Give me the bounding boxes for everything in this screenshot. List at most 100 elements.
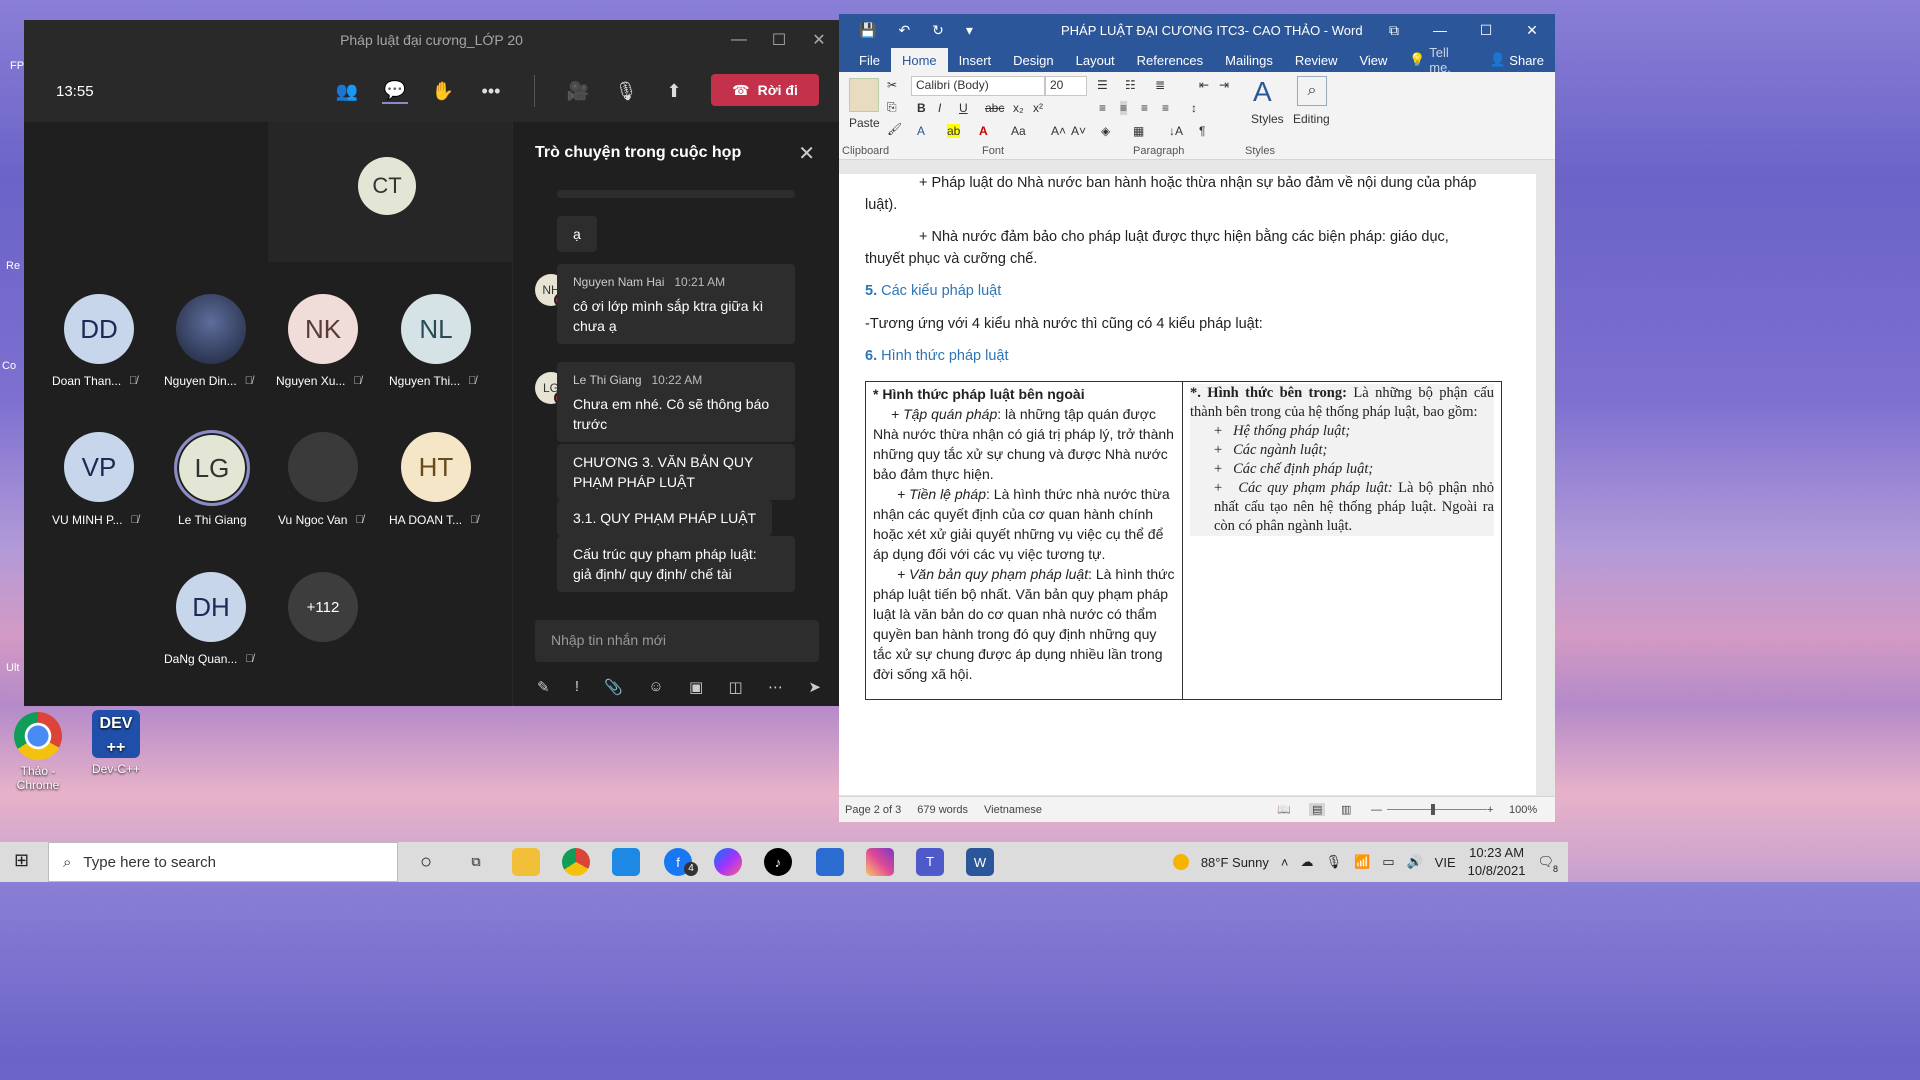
input-language[interactable]: VIE — [1435, 855, 1456, 870]
paste-label[interactable]: Paste — [849, 116, 880, 130]
volume-icon[interactable]: 🔊 — [1406, 854, 1422, 870]
taskbar-search[interactable]: ⌕ Type here to search — [48, 842, 398, 882]
instagram-icon[interactable] — [866, 848, 894, 876]
bullets-icon[interactable]: ☰ — [1097, 78, 1108, 92]
messenger-icon[interactable] — [714, 848, 742, 876]
wifi-icon[interactable]: 📶 — [1354, 854, 1370, 870]
zoom-out-button[interactable]: — — [1371, 804, 1382, 816]
paste-icon[interactable] — [849, 78, 879, 112]
shrink-font-icon[interactable]: A˅ — [1071, 124, 1086, 138]
tab-review[interactable]: Review — [1284, 48, 1349, 72]
shading-icon[interactable]: ◈ — [1101, 124, 1110, 138]
show-formatting-icon[interactable]: ¶ — [1199, 124, 1205, 138]
microphone-icon[interactable]: 🎙 — [1325, 854, 1342, 870]
tiktok-icon[interactable]: ♪ — [764, 848, 792, 876]
bold-button[interactable]: B — [917, 101, 926, 115]
highlight-icon[interactable]: ab — [947, 124, 961, 138]
weather-text[interactable]: 88°F Sunny — [1201, 855, 1269, 870]
close-button[interactable]: ✕ — [799, 20, 839, 60]
close-button[interactable]: ✕ — [1509, 14, 1555, 46]
copy-icon[interactable]: ⎘ — [887, 100, 897, 115]
decrease-indent-icon[interactable]: ⇤ — [1199, 78, 1209, 92]
emoji-icon[interactable]: ☺ — [648, 678, 663, 696]
gif-icon[interactable]: ▣ — [689, 678, 703, 696]
document-page[interactable]: + Pháp luật do Nhà nước ban hành hoặc th… — [839, 174, 1536, 795]
maximize-button[interactable]: ☐ — [759, 20, 799, 60]
align-left-icon[interactable]: ≡ — [1099, 101, 1106, 115]
attach-icon[interactable]: 📎 — [604, 678, 623, 696]
justify-icon[interactable]: ≡ — [1162, 101, 1169, 115]
align-right-icon[interactable]: ≡ — [1141, 101, 1148, 115]
read-mode-icon[interactable]: 📖 — [1277, 803, 1291, 816]
share-screen-icon[interactable]: ⬆ — [661, 78, 687, 104]
tab-design[interactable]: Design — [1002, 48, 1064, 72]
desktop-icon-chrome[interactable]: Thảo - Chrome — [8, 712, 68, 792]
chevron-up-icon[interactable]: ˄ — [1281, 855, 1289, 870]
superscript-button[interactable]: x² — [1033, 101, 1043, 115]
zoom-slider[interactable] — [1387, 809, 1487, 810]
leave-button[interactable]: ☎ Rời đi — [711, 74, 819, 106]
undo-icon[interactable]: ↶ — [898, 22, 910, 39]
chat-icon[interactable]: 💬 — [382, 78, 408, 104]
strikethrough-button[interactable]: abc — [985, 101, 1004, 115]
subscript-button[interactable]: x₂ — [1013, 101, 1024, 115]
font-name-select[interactable]: Calibri (Body) — [911, 76, 1045, 96]
zoom-in-button[interactable]: + — [1487, 804, 1493, 816]
styles-label[interactable]: Styles — [1251, 112, 1284, 126]
borders-icon[interactable]: ▦ — [1133, 124, 1144, 138]
battery-icon[interactable]: ▭ — [1382, 854, 1394, 870]
maximize-button[interactable]: ☐ — [1463, 14, 1509, 46]
minimize-button[interactable]: — — [719, 20, 759, 60]
vertical-scrollbar[interactable] — [1536, 174, 1555, 795]
participants-icon[interactable]: 👥 — [334, 78, 360, 104]
save-icon[interactable]: 💾 — [859, 22, 876, 39]
format-painter-icon[interactable]: 🖌 — [887, 122, 902, 136]
print-layout-icon[interactable]: ▤ — [1309, 803, 1326, 816]
tab-layout[interactable]: Layout — [1065, 48, 1126, 72]
zalo-icon[interactable] — [816, 848, 844, 876]
text-effects-icon[interactable]: A — [917, 124, 925, 138]
clock[interactable]: 10:23 AM 10/8/2021 — [1468, 844, 1526, 880]
sticker-icon[interactable]: ◫ — [729, 678, 743, 696]
word-count[interactable]: 679 words — [917, 804, 968, 816]
styles-icon[interactable]: A — [1253, 76, 1272, 108]
ribbon-display-icon[interactable]: ⧉ — [1371, 14, 1417, 46]
tab-references[interactable]: References — [1126, 48, 1214, 72]
more-options-icon[interactable]: ⋯ — [768, 678, 783, 696]
tab-insert[interactable]: Insert — [948, 48, 1003, 72]
zoom-level[interactable]: 100% — [1509, 804, 1537, 816]
italic-button[interactable]: I — [938, 101, 941, 115]
tab-mailings[interactable]: Mailings — [1214, 48, 1284, 72]
share-button[interactable]: 👤 Share — [1478, 48, 1555, 72]
onedrive-icon[interactable]: ☁ — [1300, 854, 1313, 870]
desktop-icon-devcpp[interactable]: DEV ++ Dev-C++ — [86, 710, 146, 776]
minimize-button[interactable]: — — [1417, 14, 1463, 46]
numbering-icon[interactable]: ☷ — [1125, 78, 1136, 92]
zoom-slider-thumb[interactable] — [1431, 804, 1435, 815]
tab-view[interactable]: View — [1348, 48, 1398, 72]
web-layout-icon[interactable]: ▥ — [1341, 803, 1351, 816]
close-chat-icon[interactable]: ✕ — [798, 141, 815, 166]
underline-button[interactable]: U — [959, 101, 968, 115]
cortana-icon[interactable]: ○ — [412, 848, 440, 876]
mic-off-icon[interactable]: 🎙 — [613, 78, 639, 104]
task-view-icon[interactable]: ⧉ — [462, 848, 490, 876]
cut-icon[interactable]: ✂ — [887, 78, 897, 92]
language[interactable]: Vietnamese — [984, 804, 1042, 816]
line-spacing-icon[interactable]: ↕ — [1191, 101, 1197, 115]
sort-icon[interactable]: ↓A — [1169, 124, 1183, 138]
align-center-icon[interactable]: ≡ — [1120, 101, 1128, 115]
tell-me-search[interactable]: 💡 Tell me. — [1398, 45, 1478, 75]
customize-qat-icon[interactable]: ▾ — [966, 22, 973, 39]
more-icon[interactable]: ••• — [478, 78, 504, 104]
overflow-participants-button[interactable]: +112 — [288, 572, 358, 642]
app-icon[interactable] — [612, 848, 640, 876]
font-size-select[interactable]: 20 — [1045, 76, 1087, 96]
editing-label[interactable]: Editing — [1293, 112, 1330, 126]
message-input[interactable]: Nhập tin nhắn mới — [535, 620, 819, 662]
send-icon[interactable]: ➤ — [808, 678, 821, 696]
page-count[interactable]: Page 2 of 3 — [845, 804, 901, 816]
multilevel-list-icon[interactable]: ≣ — [1155, 78, 1165, 92]
grow-font-icon[interactable]: A˄ — [1051, 124, 1066, 138]
file-explorer-icon[interactable] — [512, 848, 540, 876]
